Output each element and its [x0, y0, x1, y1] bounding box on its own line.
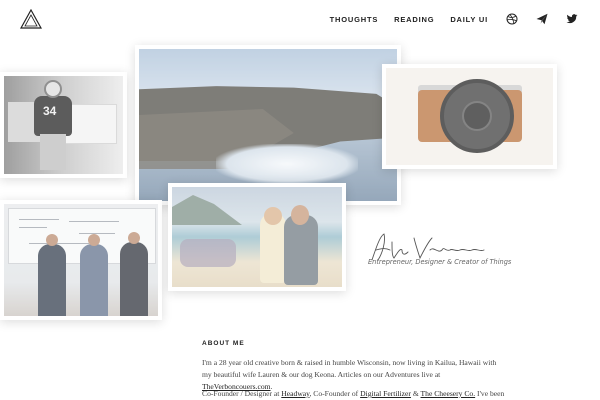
roles-mid-2: & — [410, 389, 421, 398]
photo-whiteboard[interactable] — [0, 200, 162, 320]
football-player: 34 — [34, 80, 76, 172]
roles-suffix: I've been — [475, 389, 505, 398]
twitter-icon[interactable] — [566, 13, 578, 25]
signature-tagline: Entrepreneur, Designer & Creator of Thin… — [368, 258, 512, 266]
camera-lens-icon — [440, 79, 514, 153]
paper-plane-icon[interactable] — [536, 13, 548, 25]
photo-coast[interactable] — [135, 45, 401, 205]
headway-link[interactable]: Headway — [281, 389, 309, 398]
beach-image — [172, 187, 342, 287]
photo-camera[interactable] — [382, 64, 557, 169]
nav-thoughts[interactable]: THOUGHTS — [330, 15, 378, 24]
triangle-logo-icon[interactable] — [20, 9, 42, 29]
football-image: 34 — [4, 76, 123, 174]
nav-reading[interactable]: READING — [394, 15, 434, 24]
jersey-number: 34 — [43, 104, 57, 118]
camera-image — [386, 68, 553, 165]
about-roles: Co-Founder / Designer at Headway, Co-Fou… — [202, 388, 505, 400]
about-intro-text: I'm a 28 year old creative born & raised… — [202, 358, 497, 379]
helmet-icon — [44, 80, 62, 98]
roles-mid-1: , Co-Founder of — [309, 389, 361, 398]
roles-prefix: Co-Founder / Designer at — [202, 389, 282, 398]
photo-beach-couple[interactable] — [168, 183, 346, 291]
coast-image — [139, 49, 397, 201]
about-heading: ABOUT ME — [202, 340, 245, 347]
cheesery-link[interactable]: The Cheesery Co. — [421, 389, 476, 398]
digital-fertilizer-link[interactable]: Digital Fertilizer — [360, 389, 411, 398]
photo-football[interactable]: 34 — [0, 72, 127, 178]
main-nav: THOUGHTS READING DAILY UI — [314, 13, 578, 25]
dribbble-icon[interactable] — [506, 13, 518, 25]
nav-daily-ui[interactable]: DAILY UI — [450, 15, 488, 24]
whiteboard-image — [4, 204, 158, 316]
